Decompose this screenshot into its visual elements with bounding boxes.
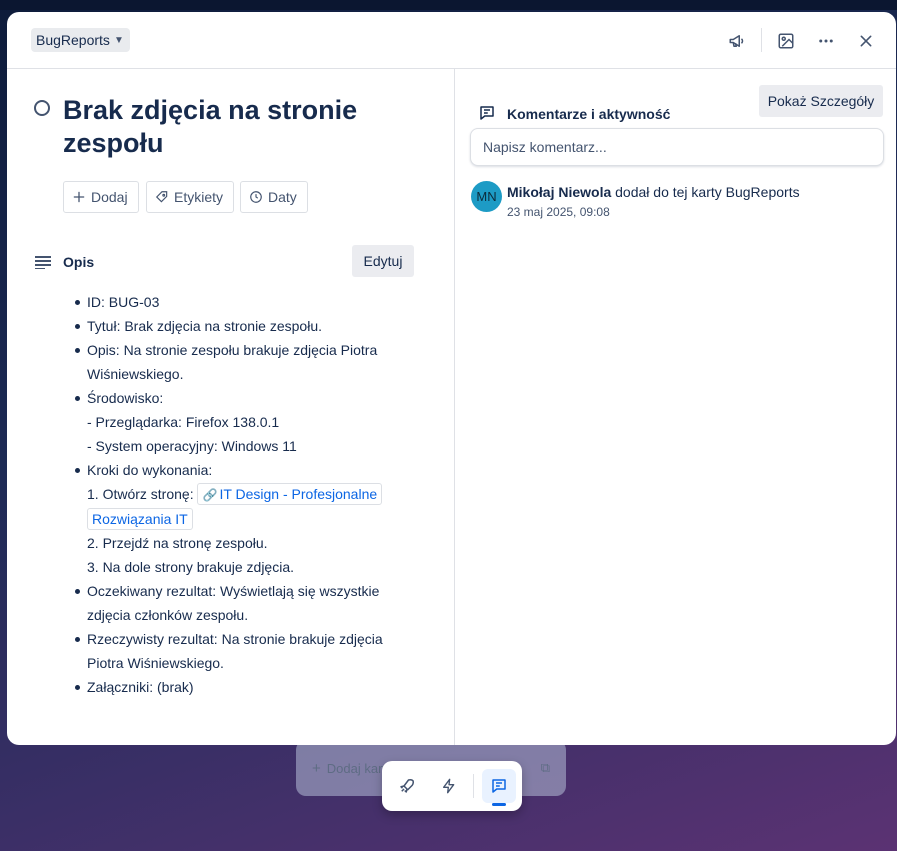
tag-icon [155,190,169,204]
template-icon: ⧉ [540,760,550,775]
plus-icon [72,190,86,204]
description-icon [35,255,51,274]
complete-toggle[interactable] [34,100,50,116]
comments-icon [478,104,496,127]
card-title[interactable]: Brak zdjęcia na stronie zespołu [63,94,423,160]
chevron-down-icon: ▼ [113,34,124,46]
list-item: Oczekiwany rezultat: Wyświetlają się wsz… [73,579,423,627]
labels-button-label: Etykiety [174,189,224,205]
description-body[interactable]: ID: BUG-03 Tytuł: Brak zdjęcia na stroni… [73,290,423,699]
comments-heading: Komentarze i aktywność [507,106,671,122]
list-selector[interactable]: BugReports ▼ [31,28,130,52]
avatar[interactable]: MN [471,181,502,212]
comments-pane [454,69,896,745]
modal-header: BugReports ▼ [7,12,896,69]
activity-text: Mikołaj Niewola dodał do tej karty BugRe… [507,184,800,200]
toolbar-divider [473,774,474,798]
list-item: Kroki do wykonania: 1. Otwórz stronę: 🔗 I… [73,458,423,579]
more-options-icon[interactable] [811,26,841,56]
card-modal: BugReports ▼ Brak zdjęcia na stronie zes… [7,12,896,745]
labels-button[interactable]: Etykiety [146,181,235,213]
bottom-toolbar [382,761,522,811]
activity-action: dodał do tej karty BugReports [615,184,800,200]
add-button-label: Dodaj [91,189,128,205]
rocket-icon[interactable] [390,769,424,803]
list-item: ID: BUG-03 [73,290,423,314]
activity-timestamp[interactable]: 23 maj 2025, 09:08 [507,205,610,219]
close-icon[interactable] [851,26,881,56]
activity-user[interactable]: Mikołaj Niewola [507,184,611,200]
add-button[interactable]: Dodaj [63,181,139,213]
show-details-button[interactable]: Pokaż Szczegóły [759,85,883,117]
list-item: Tytuł: Brak zdjęcia na stronie zespołu. [73,314,423,338]
link-icon: 🔗 [202,488,218,502]
description-heading: Opis [63,254,95,270]
list-item: Środowisko: - Przeglądarka: Firefox 138.… [73,386,423,458]
board-top-bar [0,0,897,10]
header-divider [761,28,762,52]
dates-button-label: Daty [268,189,297,205]
dates-button[interactable]: Daty [240,181,308,213]
comment-input[interactable]: Napisz komentarz... [470,128,884,166]
list-name: BugReports [36,32,110,48]
active-indicator [492,803,506,806]
lightning-icon[interactable] [432,769,466,803]
plus-icon: + [312,759,321,777]
comments-toggle-icon[interactable] [482,769,516,803]
list-item: Opis: Na stronie zespołu brakuje zdjęcia… [73,338,423,386]
edit-description-button[interactable]: Edytuj [352,245,414,277]
image-icon[interactable] [771,26,801,56]
list-item: Rzeczywisty rezultat: Na stronie brakuje… [73,627,423,675]
megaphone-icon[interactable] [722,26,752,56]
list-item: Załączniki: (brak) [73,675,423,699]
clock-icon [249,190,263,204]
